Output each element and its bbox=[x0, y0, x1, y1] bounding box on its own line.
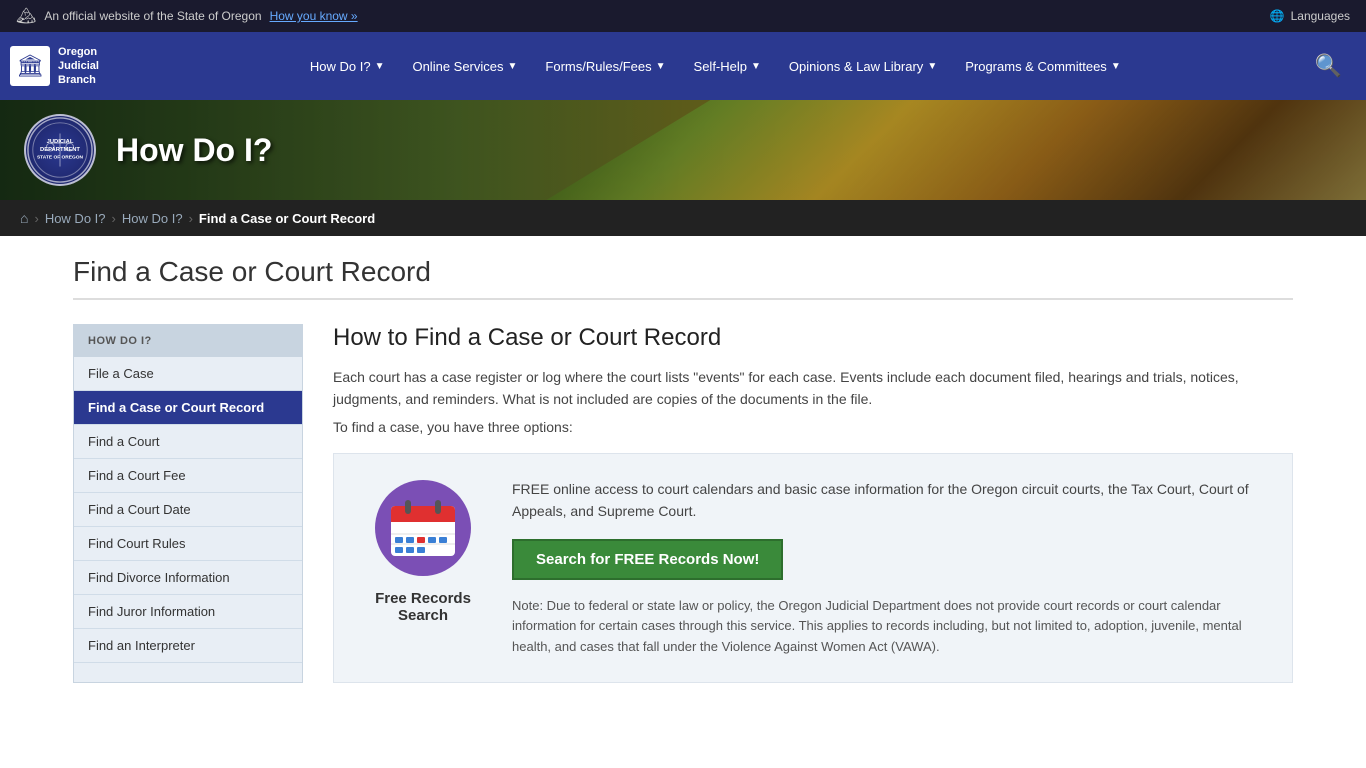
nav-opinions-label: Opinions & Law Library bbox=[789, 59, 923, 74]
sidebar-link-find-court-fee[interactable]: Find a Court Fee bbox=[74, 459, 302, 493]
hero-banner: JUDICIAL DEPARTMENT STATE OF OREGON How … bbox=[0, 100, 1366, 200]
nav-opinions-law-library[interactable]: Opinions & Law Library ▼ bbox=[777, 32, 949, 100]
globe-icon: 🌐 bbox=[1270, 9, 1285, 23]
sidebar-link-find-interpreter[interactable]: Find an Interpreter bbox=[74, 629, 302, 663]
article-intro: Each court has a case register or log wh… bbox=[333, 366, 1293, 411]
nav-self-help-label: Self-Help bbox=[694, 59, 747, 74]
languages-label: Languages bbox=[1291, 9, 1350, 23]
sidebar-item-find-juror[interactable]: Find Juror Information bbox=[74, 595, 302, 629]
nav-programs-committees[interactable]: Programs & Committees ▼ bbox=[953, 32, 1133, 100]
search-button[interactable]: 🔍 bbox=[1301, 45, 1356, 87]
sidebar-heading: HOW DO I? bbox=[74, 325, 302, 357]
records-icon-area: Free RecordsSearch bbox=[358, 478, 488, 658]
page-title: Find a Case or Court Record bbox=[73, 256, 1293, 300]
site-logo[interactable]: 🏛 OregonJudicialBranch bbox=[10, 45, 130, 88]
chevron-down-icon: ▼ bbox=[508, 61, 518, 72]
oregon-flag-icon: 🏔 bbox=[16, 6, 36, 26]
sidebar-item-find-court-rules[interactable]: Find Court Rules bbox=[74, 527, 302, 561]
sidebar-link-find-divorce[interactable]: Find Divorce Information bbox=[74, 561, 302, 595]
main-content: How to Find a Case or Court Record Each … bbox=[333, 324, 1293, 683]
free-records-button[interactable]: Search for FREE Records Now! bbox=[512, 539, 783, 580]
logo-text: OregonJudicialBranch bbox=[58, 45, 99, 88]
sidebar: HOW DO I? File a Case Find a Case or Cou… bbox=[73, 324, 303, 683]
article-options-text: To find a case, you have three options: bbox=[333, 419, 1293, 435]
chevron-down-icon: ▼ bbox=[656, 61, 666, 72]
nav-online-services[interactable]: Online Services ▼ bbox=[400, 32, 529, 100]
breadcrumb-link-1[interactable]: How Do I? bbox=[45, 211, 106, 226]
chevron-down-icon: ▼ bbox=[375, 61, 385, 72]
hero-title: How Do I? bbox=[116, 132, 272, 169]
sidebar-item-find-case-record[interactable]: Find a Case or Court Record bbox=[74, 391, 302, 425]
nav-self-help[interactable]: Self-Help ▼ bbox=[682, 32, 773, 100]
chevron-down-icon: ▼ bbox=[1111, 61, 1121, 72]
top-bar-left: 🏔 An official website of the State of Or… bbox=[16, 6, 358, 26]
records-card: Free RecordsSearch FREE online access to… bbox=[333, 453, 1293, 683]
home-icon[interactable]: ⌂ bbox=[20, 210, 28, 226]
sidebar-link-find-juror[interactable]: Find Juror Information bbox=[74, 595, 302, 629]
breadcrumb-link-2[interactable]: How Do I? bbox=[122, 211, 183, 226]
records-note: Note: Due to federal or state law or pol… bbox=[512, 596, 1268, 658]
breadcrumb-sep: › bbox=[34, 211, 38, 226]
sidebar-item-find-divorce[interactable]: Find Divorce Information bbox=[74, 561, 302, 595]
sidebar-link-find-court-rules[interactable]: Find Court Rules bbox=[74, 527, 302, 561]
sidebar-item-find-court-date[interactable]: Find a Court Date bbox=[74, 493, 302, 527]
how-you-know-link[interactable]: How you know » bbox=[270, 9, 358, 23]
breadcrumb-sep: › bbox=[189, 211, 193, 226]
calendar-icon bbox=[373, 478, 473, 578]
article-title: How to Find a Case or Court Record bbox=[333, 324, 1293, 352]
chevron-down-icon: ▼ bbox=[751, 61, 761, 72]
breadcrumb-current: Find a Case or Court Record bbox=[199, 211, 375, 226]
main-navigation: 🏛 OregonJudicialBranch How Do I? ▼ Onlin… bbox=[0, 32, 1366, 100]
nav-programs-label: Programs & Committees bbox=[965, 59, 1107, 74]
sidebar-link-find-case-record[interactable]: Find a Case or Court Record bbox=[74, 391, 302, 425]
languages-button[interactable]: 🌐 Languages bbox=[1270, 9, 1350, 23]
nav-forms-rules-fees[interactable]: Forms/Rules/Fees ▼ bbox=[533, 32, 677, 100]
sidebar-link-find-court[interactable]: Find a Court bbox=[74, 425, 302, 459]
records-description: FREE online access to court calendars an… bbox=[512, 478, 1268, 523]
sidebar-nav: File a Case Find a Case or Court Record … bbox=[74, 357, 302, 663]
chevron-down-icon: ▼ bbox=[927, 61, 937, 72]
breadcrumb-sep: › bbox=[112, 211, 116, 226]
content-layout: HOW DO I? File a Case Find a Case or Cou… bbox=[73, 324, 1293, 683]
sidebar-link-find-court-date[interactable]: Find a Court Date bbox=[74, 493, 302, 527]
page-wrapper: Find a Case or Court Record HOW DO I? Fi… bbox=[53, 236, 1313, 723]
top-bar: 🏔 An official website of the State of Or… bbox=[0, 0, 1366, 32]
records-card-content: FREE online access to court calendars an… bbox=[512, 478, 1268, 658]
nav-items: How Do I? ▼ Online Services ▼ Forms/Rule… bbox=[130, 32, 1301, 100]
nav-online-services-label: Online Services bbox=[412, 59, 503, 74]
records-icon-label: Free RecordsSearch bbox=[375, 590, 471, 624]
sidebar-item-file-case[interactable]: File a Case bbox=[74, 357, 302, 391]
sidebar-item-find-interpreter[interactable]: Find an Interpreter bbox=[74, 629, 302, 663]
nav-how-do-i[interactable]: How Do I? ▼ bbox=[298, 32, 397, 100]
nav-forms-rules-fees-label: Forms/Rules/Fees bbox=[545, 59, 651, 74]
official-text: An official website of the State of Oreg… bbox=[44, 9, 261, 23]
sidebar-item-find-court-fee[interactable]: Find a Court Fee bbox=[74, 459, 302, 493]
nav-how-do-i-label: How Do I? bbox=[310, 59, 371, 74]
oregon-seal: JUDICIAL DEPARTMENT STATE OF OREGON bbox=[24, 114, 96, 186]
logo-icon: 🏛 bbox=[10, 46, 50, 86]
sidebar-link-file-case[interactable]: File a Case bbox=[74, 357, 302, 391]
sidebar-item-find-court[interactable]: Find a Court bbox=[74, 425, 302, 459]
hero-content: JUDICIAL DEPARTMENT STATE OF OREGON How … bbox=[0, 100, 1366, 200]
breadcrumb: ⌂ › How Do I? › How Do I? › Find a Case … bbox=[0, 200, 1366, 236]
